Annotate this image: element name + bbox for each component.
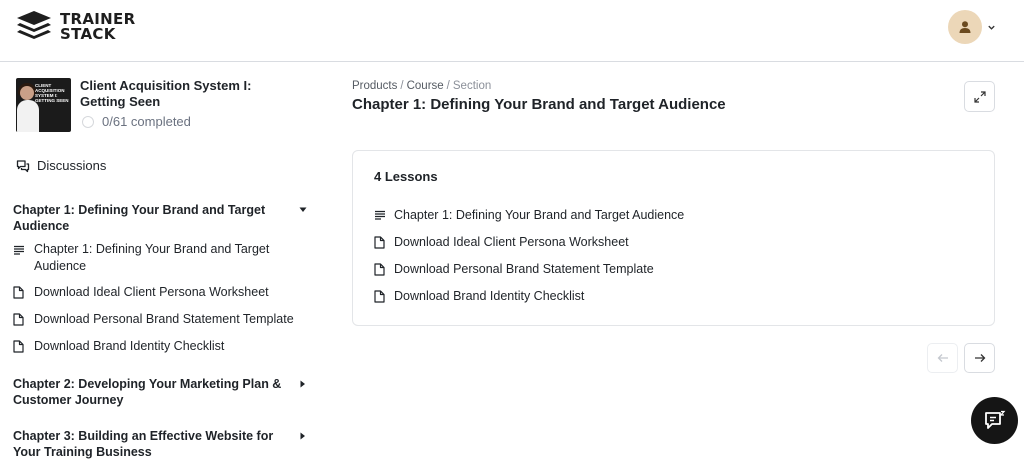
course-sidebar: CLIENT ACQUISITION SYSTEM I: GETTING SEE… [0, 62, 320, 460]
chapter-1-toggle[interactable]: Chapter 1: Defining Your Brand and Targe… [13, 202, 308, 234]
lessons-count: 4 Lessons [374, 169, 438, 184]
document-icon [374, 262, 388, 276]
lesson-item-3[interactable]: Download Personal Brand Statement Templa… [374, 262, 654, 276]
breadcrumb-course[interactable]: Course [407, 80, 444, 92]
progress-ring-icon [82, 115, 94, 128]
thumbnail-text: CLIENT ACQUISITION SYSTEM I: GETTING SEE… [35, 83, 69, 103]
sidebar-lesson-label: Download Ideal Client Persona Worksheet [34, 285, 269, 299]
chapter-3-toggle[interactable]: Chapter 3: Building an Effective Website… [13, 428, 308, 460]
document-icon [13, 311, 27, 331]
lesson-item-label: Download Brand Identity Checklist [394, 289, 585, 303]
chapter-1-title: Chapter 1: Defining Your Brand and Targe… [13, 203, 266, 233]
lesson-item-label: Download Ideal Client Persona Worksheet [394, 235, 629, 249]
brand-line-2: STACK [60, 25, 116, 43]
page-title: Chapter 1: Defining Your Brand and Targe… [352, 96, 726, 113]
text-lines-icon [374, 209, 388, 221]
breadcrumb: Products / Course / Section [352, 80, 491, 92]
course-header: CLIENT ACQUISITION SYSTEM I: GETTING SEE… [16, 78, 300, 132]
brand-logo[interactable]: TRAINER STACK [16, 10, 135, 44]
discussions-label: Discussions [37, 158, 107, 173]
brand-name: TRAINER STACK [60, 12, 135, 42]
caret-right-icon [298, 428, 308, 444]
main-content: Products / Course / Section Chapter 1: Defin… [352, 62, 995, 460]
chat-support-button[interactable] [971, 397, 1018, 444]
course-progress: 0/61 completed [80, 114, 300, 129]
chat-bubbles-icon [16, 159, 30, 172]
chapter-2-title: Chapter 2: Developing Your Marketing Pla… [13, 377, 282, 407]
arrow-right-icon [974, 354, 985, 362]
document-icon [13, 284, 27, 304]
lesson-item-4[interactable]: Download Brand Identity Checklist [374, 289, 584, 303]
lesson-item-label: Download Personal Brand Statement Templa… [394, 262, 654, 276]
breadcrumb-section: Section [452, 80, 492, 92]
top-bar: TRAINER STACK [0, 0, 1024, 62]
sidebar-lesson-2[interactable]: Download Ideal Client Persona Worksheet [13, 284, 308, 304]
lesson-item-2[interactable]: Download Ideal Client Persona Worksheet [374, 235, 629, 249]
lesson-item-1[interactable]: Chapter 1: Defining Your Brand and Targe… [374, 208, 684, 222]
next-button[interactable] [964, 343, 995, 373]
breadcrumb-separator: / [400, 80, 404, 92]
sidebar-lesson-1[interactable]: Chapter 1: Defining Your Brand and Targe… [13, 241, 308, 275]
lessons-card: 4 Lessons Chapter 1: Defining Your Brand… [352, 150, 995, 326]
fullscreen-button[interactable] [964, 81, 995, 112]
breadcrumb-products[interactable]: Products [352, 80, 397, 92]
chapter-2-toggle[interactable]: Chapter 2: Developing Your Marketing Pla… [13, 376, 308, 408]
chat-icon [984, 410, 1005, 429]
caret-down-icon [298, 202, 308, 218]
course-thumbnail: CLIENT ACQUISITION SYSTEM I: GETTING SEE… [16, 78, 71, 132]
document-icon [13, 338, 27, 358]
sidebar-lesson-4[interactable]: Download Brand Identity Checklist [13, 338, 308, 358]
user-icon [959, 21, 971, 33]
sidebar-lesson-label: Download Brand Identity Checklist [34, 339, 225, 353]
progress-label: 0/61 completed [102, 114, 191, 129]
lesson-item-label: Chapter 1: Defining Your Brand and Targe… [394, 208, 685, 222]
chevron-down-icon[interactable] [987, 23, 996, 32]
sidebar-lesson-label: Download Personal Brand Statement Templa… [34, 312, 294, 326]
stack-logo-icon [16, 10, 52, 44]
sidebar-lesson-label: Chapter 1: Defining Your Brand and Targe… [34, 242, 270, 273]
discussions-link[interactable]: Discussions [16, 158, 106, 173]
sidebar-lesson-3[interactable]: Download Personal Brand Statement Templa… [13, 311, 308, 331]
chapter-3-title: Chapter 3: Building an Effective Website… [13, 429, 274, 459]
document-icon [374, 235, 388, 249]
user-menu[interactable] [948, 10, 996, 44]
avatar[interactable] [948, 10, 982, 44]
document-icon [374, 289, 388, 303]
expand-icon [973, 90, 986, 103]
previous-button[interactable] [927, 343, 958, 373]
caret-right-icon [298, 376, 308, 392]
course-title: Client Acquisition System I: Getting See… [80, 78, 252, 109]
arrow-left-icon [937, 354, 948, 362]
breadcrumb-separator: / [446, 80, 450, 92]
text-lines-icon [13, 241, 27, 275]
